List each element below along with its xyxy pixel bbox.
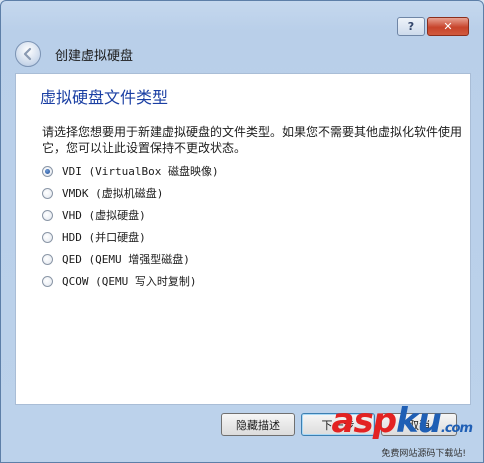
option-vhd[interactable]: VHD (虚拟硬盘) — [42, 204, 219, 226]
option-label: VMDK (虚拟机磁盘) — [62, 187, 164, 200]
watermark-part-b: ku — [396, 401, 442, 441]
option-label: VDI (VirtualBox 磁盘映像) — [62, 165, 219, 178]
hide-description-button[interactable]: 隐藏描述 — [221, 413, 295, 436]
back-arrow-glyph — [23, 47, 32, 61]
watermark-part-a: asp — [331, 401, 398, 441]
radio-button[interactable] — [42, 253, 53, 265]
radio-button[interactable] — [42, 231, 53, 243]
option-vmdk[interactable]: VMDK (虚拟机磁盘) — [42, 182, 219, 204]
disk-type-options: VDI (VirtualBox 磁盘映像) VMDK (虚拟机磁盘) VHD (… — [42, 160, 219, 292]
watermark-logo: aspku.com — [331, 401, 473, 441]
radio-button[interactable] — [42, 275, 53, 287]
radio-button[interactable] — [42, 209, 53, 221]
option-label: QED (QEMU 增强型磁盘) — [62, 253, 190, 266]
option-qed[interactable]: QED (QEMU 增强型磁盘) — [42, 248, 219, 270]
option-hdd[interactable]: HDD (并口硬盘) — [42, 226, 219, 248]
help-button[interactable]: ? — [397, 17, 425, 36]
close-button[interactable]: ✕ — [427, 17, 469, 36]
wizard-content: 虚拟硬盘文件类型 请选择您想要用于新建虚拟硬盘的文件类型。如果您不需要其他虚拟化… — [15, 73, 471, 405]
caption-buttons: ? ✕ — [397, 17, 469, 36]
option-label: VHD (虚拟硬盘) — [62, 209, 146, 222]
option-qcow[interactable]: QCOW (QEMU 写入时复制) — [42, 270, 219, 292]
back-arrow-icon[interactable] — [15, 41, 41, 67]
page-description: 请选择您想要用于新建虚拟硬盘的文件类型。如果您不需要其他虚拟化软件使用它，您可以… — [42, 125, 463, 155]
radio-button[interactable] — [42, 165, 53, 177]
option-label: HDD (并口硬盘) — [62, 231, 146, 244]
option-vdi[interactable]: VDI (VirtualBox 磁盘映像) — [42, 160, 219, 182]
wizard-header: 创建虚拟硬盘 — [15, 38, 469, 70]
page-title: 虚拟硬盘文件类型 — [40, 88, 169, 107]
watermark-suffix: .com — [440, 421, 473, 436]
wizard-title: 创建虚拟硬盘 — [55, 48, 134, 64]
dialog-window: ? ✕ 创建虚拟硬盘 虚拟硬盘文件类型 请选择您想要用于新建虚拟硬盘的文件类型。… — [0, 0, 484, 463]
watermark-subtitle: 免费网站源码下载站! — [381, 449, 466, 459]
option-label: QCOW (QEMU 写入时复制) — [62, 275, 197, 288]
radio-button[interactable] — [42, 187, 53, 199]
